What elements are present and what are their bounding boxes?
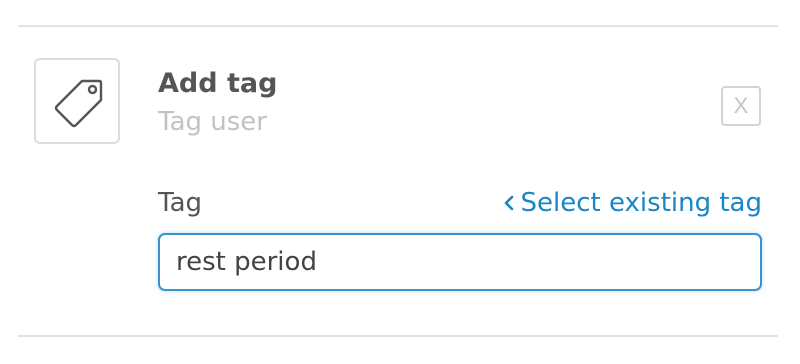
tag-icon — [54, 79, 103, 128]
tag-icon-box — [34, 58, 120, 144]
tag-input[interactable] — [158, 233, 762, 291]
close-button[interactable]: X — [721, 86, 761, 126]
select-existing-tag-label: Select existing tag — [520, 188, 762, 218]
chevron-left-icon — [501, 193, 517, 213]
add-tag-panel: Add tag Tag user X Tag Select existing t… — [0, 0, 800, 364]
panel-title: Add tag — [158, 68, 278, 99]
panel-subtitle: Tag user — [158, 107, 267, 137]
top-divider — [18, 25, 778, 27]
tag-field-label: Tag — [158, 188, 203, 218]
select-existing-tag-link[interactable]: Select existing tag — [501, 185, 762, 221]
bottom-divider — [18, 335, 778, 337]
